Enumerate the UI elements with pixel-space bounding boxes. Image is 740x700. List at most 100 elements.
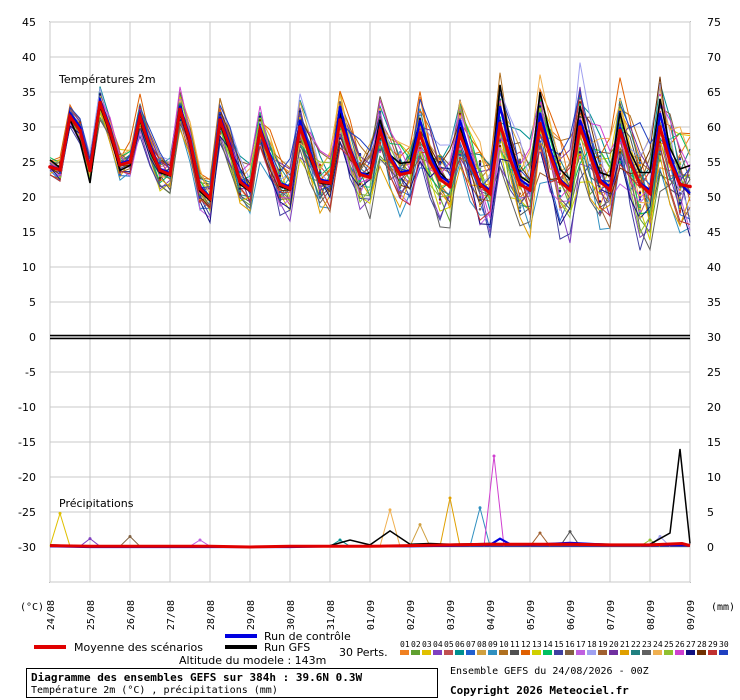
precipitation-member-point bbox=[88, 537, 92, 541]
member-legend-number: 20 bbox=[609, 640, 619, 649]
temperature-mean-point bbox=[218, 118, 222, 122]
x-tick-label: 29/08 bbox=[246, 600, 257, 630]
left-tick-label: 40 bbox=[22, 51, 36, 64]
member-legend-swatch bbox=[466, 650, 475, 655]
temperature-member-point bbox=[438, 162, 442, 165]
temperature-member-point bbox=[658, 153, 662, 156]
x-tick-label: 02/09 bbox=[406, 600, 417, 630]
temperature-member-point bbox=[418, 146, 422, 150]
temperature-member-point bbox=[158, 161, 162, 165]
member-legend-swatch bbox=[488, 650, 497, 655]
temperature-member-point bbox=[438, 157, 442, 160]
temperature-mean-point bbox=[68, 114, 72, 119]
temperature-member-point bbox=[278, 195, 282, 198]
left-tick-label: 30 bbox=[22, 121, 36, 134]
temperature-member-point bbox=[598, 150, 602, 154]
temperature-mean-point bbox=[348, 149, 352, 154]
temperature-member-point bbox=[618, 124, 622, 127]
member-legend-number: 28 bbox=[697, 640, 707, 649]
member-legend-swatch bbox=[521, 650, 530, 655]
temperature-member-point bbox=[478, 162, 482, 166]
temperature-mean-point bbox=[318, 179, 322, 184]
member-legend-number: 02 bbox=[411, 640, 421, 649]
temperature-member-point bbox=[478, 165, 482, 169]
temperature-member-point bbox=[518, 206, 522, 209]
temperature-mean-point bbox=[268, 156, 272, 161]
temperature-member-point bbox=[278, 188, 282, 191]
member-legend-number: 14 bbox=[543, 640, 553, 649]
left-unit-label: (°C) bbox=[20, 602, 44, 613]
member-legend-number: 18 bbox=[587, 640, 597, 649]
temperature-member-point bbox=[318, 189, 322, 192]
grid bbox=[49, 21, 691, 583]
member-legend-swatch bbox=[400, 650, 409, 655]
temperature-mean-point bbox=[658, 125, 662, 129]
x-tick-label: 05/09 bbox=[526, 600, 537, 630]
temperature-mean-point bbox=[358, 172, 362, 177]
temperature-member-point bbox=[378, 150, 382, 154]
temperature-mean-point bbox=[518, 182, 522, 187]
precipitation-member-point bbox=[198, 538, 202, 542]
temperature-member-point bbox=[638, 161, 642, 165]
member-legend-swatch bbox=[675, 650, 684, 655]
temperature-member-point bbox=[518, 160, 522, 164]
temperature-mean-point bbox=[118, 163, 122, 167]
precipitation-member-point bbox=[128, 535, 132, 538]
temperature-member-point bbox=[578, 101, 582, 104]
legend-gfs-label: Run GFS bbox=[264, 641, 310, 654]
temperature-member-point bbox=[358, 179, 362, 183]
temperature-member-point bbox=[198, 200, 202, 203]
temperature-member-point bbox=[118, 171, 122, 174]
temperature-member-point bbox=[378, 141, 382, 145]
temperature-member-point bbox=[278, 174, 282, 178]
temperature-mean-point bbox=[308, 153, 312, 157]
temperature-member-point bbox=[238, 187, 242, 190]
temperature-member-point bbox=[398, 186, 402, 189]
temperature-member-point bbox=[438, 192, 442, 196]
member-legend-swatch bbox=[554, 650, 563, 655]
left-tick-label: -25 bbox=[18, 506, 36, 519]
temperature-mean-point bbox=[688, 184, 692, 189]
copyright: Copyright 2026 Meteociel.fr bbox=[450, 684, 629, 697]
member-legend-number: 06 bbox=[455, 640, 465, 649]
temperature-mean-point bbox=[198, 186, 202, 191]
x-tick-label: 08/09 bbox=[646, 600, 657, 630]
temperature-mean-point bbox=[108, 128, 112, 133]
temperature-member-point bbox=[618, 108, 622, 111]
temperature-member-point bbox=[598, 160, 602, 163]
member-legend-number: 12 bbox=[521, 640, 531, 649]
member-legend-swatch bbox=[609, 650, 618, 655]
temperature-mean-point bbox=[228, 146, 232, 150]
temperature-member-point bbox=[338, 101, 342, 104]
temperature-member-point bbox=[338, 103, 342, 106]
temperature-mean-point bbox=[568, 188, 572, 192]
temperature-member-point bbox=[398, 190, 402, 194]
temperature-member-point bbox=[358, 192, 362, 196]
member-legend-swatch bbox=[411, 650, 420, 655]
member-legend-number: 15 bbox=[554, 640, 564, 649]
temperature-mean-point bbox=[538, 121, 542, 126]
left-tick-label: -20 bbox=[18, 471, 36, 484]
right-tick-label: 15 bbox=[707, 436, 721, 449]
temperature-member-point bbox=[298, 110, 302, 113]
temperature-mean-point bbox=[288, 186, 292, 191]
temperature-member-point bbox=[658, 94, 662, 97]
temperature-member-point bbox=[518, 196, 522, 200]
temperature-member-point bbox=[318, 196, 322, 199]
member-legend-swatch bbox=[444, 650, 453, 655]
member-legend-swatch bbox=[664, 650, 673, 655]
temperature-member-point bbox=[638, 191, 642, 195]
temperature-mean-point bbox=[138, 114, 142, 119]
temperature-member-point bbox=[198, 195, 202, 199]
left-tick-label: -5 bbox=[25, 366, 36, 379]
left-tick-label: 35 bbox=[22, 86, 36, 99]
temperature-mean-point bbox=[238, 179, 242, 184]
temperature-member-point bbox=[478, 169, 482, 172]
member-legend-number: 29 bbox=[708, 640, 718, 649]
right-tick-label: 25 bbox=[707, 366, 721, 379]
temperature-member-point bbox=[298, 116, 302, 120]
temperature-member-point bbox=[258, 119, 262, 122]
right-tick-label: 70 bbox=[707, 51, 721, 64]
temperature-member-point bbox=[418, 149, 422, 152]
temperature-member-point bbox=[358, 156, 362, 159]
